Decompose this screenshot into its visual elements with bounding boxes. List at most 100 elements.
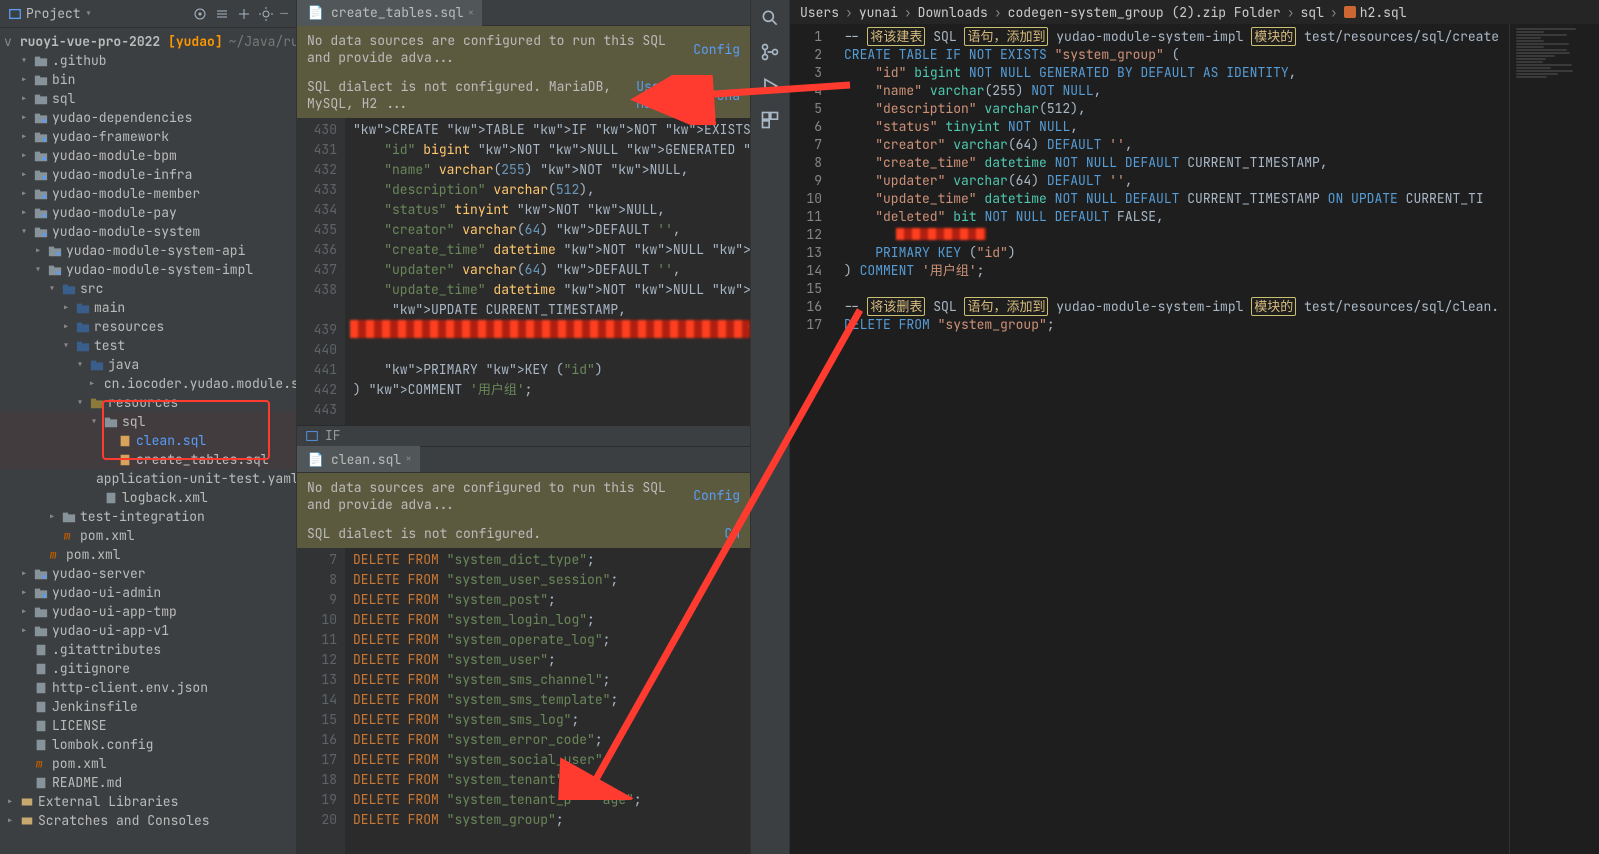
minimap[interactable] [1509, 24, 1599, 854]
tree-item-yudao-module-system-api[interactable]: ▸yudao-module-system-api [0, 241, 296, 260]
chevron-down-icon: ▾ [85, 5, 93, 22]
vsc-gutter: 1234567891011121314151617 [790, 24, 836, 854]
tree-item-yudao-framework[interactable]: ▸yudao-framework [0, 127, 296, 146]
tree-item-sql[interactable]: ▾sql [0, 412, 296, 431]
structure-bar[interactable]: IF [297, 425, 750, 447]
tree-item-test-integration[interactable]: ▸test-integration [0, 507, 296, 526]
tree-item-java[interactable]: ▾java [0, 355, 296, 374]
vsc-editor-body[interactable]: 1234567891011121314151617 -- 将该建表 SQL 语句… [790, 24, 1599, 854]
editor1-gutter: 4304314324334344354364374384394404414424… [297, 118, 345, 425]
editor2-gutter: 7891011121314151617181920 [297, 548, 345, 854]
tree-item-readme-md[interactable]: README.md [0, 773, 296, 792]
breadcrumb-item[interactable]: Users [800, 4, 839, 21]
project-sidebar: Project ▾ — vruoyi-vue-pro-2022 [yudao]~… [0, 0, 297, 854]
tree-item-lombok-config[interactable]: lombok.config [0, 735, 296, 754]
tree-item-create-tables-sql[interactable]: create_tables.sql [0, 450, 296, 469]
configure-link[interactable]: Config [693, 41, 740, 58]
tree-item-resources[interactable]: ▸resources [0, 317, 296, 336]
banner-text: SQL dialect is not configured. MariaDB, … [307, 78, 636, 112]
tree-item-pom-xml[interactable]: mpom.xml [0, 754, 296, 773]
tree-item--gitignore[interactable]: .gitignore [0, 659, 296, 678]
breadcrumb-item[interactable]: yunai [859, 4, 898, 21]
banner-text: No data sources are configured to run th… [307, 479, 693, 513]
search-icon[interactable] [760, 8, 780, 28]
tree-item-clean-sql[interactable]: clean.sql [0, 431, 296, 450]
tree-item-cn-iocoder-yudao-module-s[interactable]: ▸cn.iocoder.yudao.module.s [0, 374, 296, 393]
breadcrumb-item[interactable]: Downloads [918, 4, 988, 21]
tree-item-sql[interactable]: ▸sql [0, 89, 296, 108]
close-icon[interactable]: × [468, 6, 475, 20]
tab-clean-sql[interactable]: 📄 clean.sql × [297, 446, 420, 472]
tree-item-yudao-module-system-impl[interactable]: ▾yudao-module-system-impl [0, 260, 296, 279]
project-label: Project [26, 5, 81, 22]
tree-item--gitattributes[interactable]: .gitattributes [0, 640, 296, 659]
tree-item-main[interactable]: ▸main [0, 298, 296, 317]
editor2-code[interactable]: DELETE FROM "system_dict_type";DELETE FR… [345, 548, 750, 854]
tree-item-yudao-ui-app-v1[interactable]: ▸yudao-ui-app-v1 [0, 621, 296, 640]
tree-item-pom-xml[interactable]: mpom.xml [0, 545, 296, 564]
tree-item-jenkinsfile[interactable]: Jenkinsfile [0, 697, 296, 716]
project-tree[interactable]: vruoyi-vue-pro-2022 [yudao]~/Java/ruoyi-… [0, 28, 296, 854]
configure-link[interactable]: Config [693, 487, 740, 504]
project-title[interactable]: Project ▾ [8, 5, 92, 22]
hide-icon[interactable]: — [280, 5, 288, 22]
tab-label: create_tables.sql [331, 4, 464, 21]
change-link[interactable]: Ch [724, 525, 740, 542]
target-icon[interactable] [192, 6, 208, 22]
breadcrumb-item[interactable]: sql [1301, 4, 1324, 21]
tab-label: clean.sql [331, 451, 401, 468]
datasource-banner: No data sources are configured to run th… [297, 26, 750, 72]
tree-item-bin[interactable]: ▸bin [0, 70, 296, 89]
collapse-icon[interactable] [236, 6, 252, 22]
tree-item-yudao-module-bpm[interactable]: ▸yudao-module-bpm [0, 146, 296, 165]
activity-rail [750, 0, 790, 854]
tree-item-yudao-module-member[interactable]: ▸yudao-module-member [0, 184, 296, 203]
run-icon[interactable] [760, 76, 780, 96]
vscode-editor: Users›yunai›Downloads›codegen-system_gro… [790, 0, 1599, 854]
editor2[interactable]: 7891011121314151617181920 DELETE FROM "s… [297, 548, 750, 854]
vsc-code[interactable]: -- 将该建表 SQL 语句，添加到 yudao-module-system-i… [836, 24, 1509, 854]
tab-create-tables[interactable]: 📄 create_tables.sql × [297, 0, 482, 26]
editor2-tabs: 📄 clean.sql × [297, 447, 750, 473]
svg-text:m: m [36, 757, 43, 771]
sql-file-icon: 📄 [309, 452, 323, 466]
tree-item-test[interactable]: ▾test [0, 336, 296, 355]
tree-item-yudao-dependencies[interactable]: ▸yudao-dependencies [0, 108, 296, 127]
tree-item-logback-xml[interactable]: logback.xml [0, 488, 296, 507]
editor1-code[interactable]: "kw">CREATE "kw">TABLE "kw">IF "kw">NOT … [345, 118, 750, 425]
close-icon[interactable]: × [405, 452, 412, 466]
tree-item-yudao-ui-app-tmp[interactable]: ▸yudao-ui-app-tmp [0, 602, 296, 621]
dialect-banner-2: SQL dialect is not configured. Ch [297, 519, 750, 548]
expand-icon[interactable] [214, 6, 230, 22]
git-icon[interactable] [760, 42, 780, 62]
tree-item-yudao-module-system[interactable]: ▾yudao-module-system [0, 222, 296, 241]
svg-text:m: m [64, 529, 71, 543]
tree-item-yudao-server[interactable]: ▸yudao-server [0, 564, 296, 583]
tree-item--github[interactable]: ▾.github [0, 51, 296, 70]
breadcrumb-item[interactable]: codegen-system_group (2).zip Folder [1008, 4, 1281, 21]
extensions-icon[interactable] [760, 110, 780, 130]
tree-item-yudao-module-pay[interactable]: ▸yudao-module-pay [0, 203, 296, 222]
tree-item-src[interactable]: ▾src [0, 279, 296, 298]
struct-label: IF [325, 427, 341, 444]
editor1-tabs: 📄 create_tables.sql × [297, 0, 750, 26]
banner-text: SQL dialect is not configured. [307, 525, 541, 542]
change-link[interactable]: Cha [717, 87, 740, 104]
tree-item-license[interactable]: LICENSE [0, 716, 296, 735]
breadcrumb[interactable]: Users›yunai›Downloads›codegen-system_gro… [790, 0, 1599, 24]
use-mariadb-link[interactable]: Use MariaDB [636, 78, 704, 112]
datasource-banner-2: No data sources are configured to run th… [297, 473, 750, 519]
tree-item-http-client-env-json[interactable]: http-client.env.json [0, 678, 296, 697]
breadcrumb-item[interactable]: h2.sql [1344, 4, 1407, 21]
tree-item-pom-xml[interactable]: mpom.xml [0, 526, 296, 545]
tree-item-yudao-ui-admin[interactable]: ▸yudao-ui-admin [0, 583, 296, 602]
sql-file-icon: 📄 [309, 6, 323, 20]
sidebar-header: Project ▾ — [0, 0, 296, 28]
censored-area [350, 320, 750, 338]
editor1[interactable]: 4304314324334344354364374384394404414424… [297, 118, 750, 425]
table-icon [305, 429, 319, 443]
tree-item-resources[interactable]: ▾resources [0, 393, 296, 412]
gear-icon[interactable] [258, 6, 274, 22]
tree-item-yudao-module-infra[interactable]: ▸yudao-module-infra [0, 165, 296, 184]
tree-item-application-unit-test-yaml[interactable]: application-unit-test.yaml [0, 469, 296, 488]
